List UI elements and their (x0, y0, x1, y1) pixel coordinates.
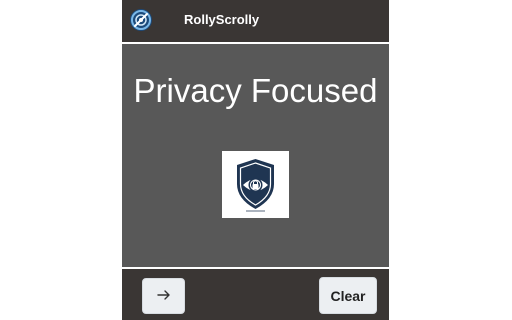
popup-header: RollyScrolly (122, 0, 389, 42)
header-divider (122, 42, 389, 44)
app-title: RollyScrolly (184, 12, 260, 27)
clear-button[interactable]: Clear (319, 277, 377, 314)
privacy-feature-image (222, 151, 289, 218)
extension-popup: RollyScrolly Privacy Focused Clear (122, 0, 389, 320)
next-button[interactable] (142, 278, 185, 314)
slide-title: Privacy Focused (133, 72, 378, 109)
rollyscrolly-logo-icon (129, 8, 153, 32)
arrow-right-icon (156, 289, 171, 304)
popup-footer: Clear (122, 269, 389, 320)
